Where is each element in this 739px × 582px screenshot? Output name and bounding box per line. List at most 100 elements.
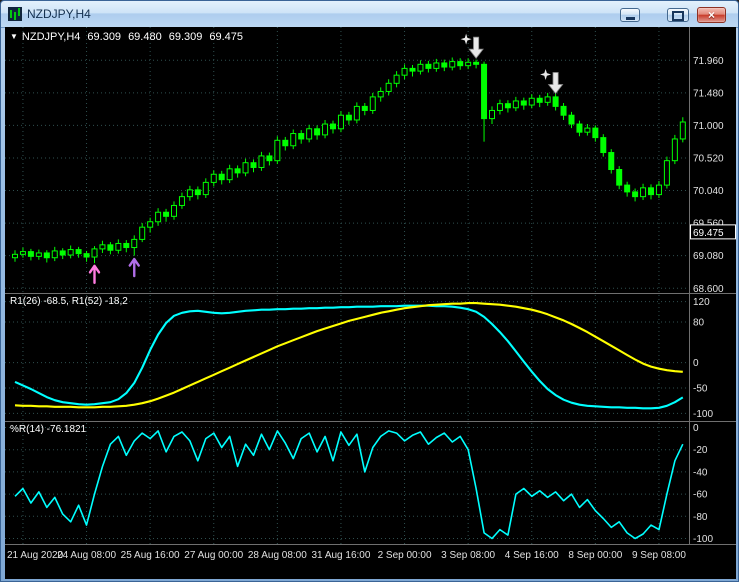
maximize-icon (672, 10, 684, 21)
candle-body (330, 123, 336, 130)
candle-body (43, 252, 50, 259)
candle-body (306, 128, 313, 140)
candle-body (473, 61, 480, 65)
candle-body (115, 242, 122, 251)
candle-body (648, 187, 654, 196)
minimize-button[interactable] (620, 8, 640, 22)
candle-body (361, 105, 368, 111)
candle-body (83, 253, 90, 258)
candle-body (171, 204, 177, 217)
window: NZDJPY,H4 × 71.96071.48071.00070.52070.0… (0, 0, 739, 582)
candle-body (322, 123, 329, 136)
candle-body (91, 248, 98, 258)
candle-body (520, 100, 527, 106)
candle-body (35, 252, 42, 257)
readout-close: 69.475 (209, 31, 244, 43)
candle-body (409, 67, 416, 72)
candle-body (640, 187, 647, 198)
candle-body (608, 152, 615, 170)
candle-body (59, 250, 66, 256)
indicator-1-label: R1(26) -68.5, R1(52) -18,2 (10, 296, 128, 307)
candle-body (234, 168, 241, 174)
candle-body (552, 96, 559, 107)
minimize-icon (625, 17, 635, 20)
candle-body (481, 63, 488, 120)
readout-symbol: NZDJPY,H4 (21, 31, 81, 43)
candle-body (489, 109, 495, 120)
candle-body (12, 253, 18, 259)
candle-body (131, 238, 138, 249)
close-icon: × (707, 8, 715, 22)
candle-body (218, 173, 225, 181)
window-title: NZDJPY,H4 (27, 7, 91, 21)
candle-body (51, 250, 58, 259)
candle-body (369, 96, 376, 111)
candle-body (663, 160, 670, 186)
candle-body (624, 184, 631, 193)
candle-body (600, 137, 607, 154)
candle-body (67, 249, 74, 256)
candle-body (27, 251, 34, 257)
candle-body (353, 105, 360, 121)
candle-body (655, 184, 662, 196)
candle-body (385, 82, 392, 92)
candle-body (393, 74, 400, 84)
candle-body (560, 105, 567, 116)
close-button[interactable]: × (697, 7, 726, 23)
candle-body (290, 133, 297, 147)
candle-body (337, 114, 344, 130)
candle-body (147, 221, 154, 228)
candle-body (186, 189, 193, 198)
candle-body (202, 181, 209, 196)
candle-body (377, 90, 384, 98)
maximize-button[interactable] (667, 8, 689, 22)
candle-body (616, 169, 623, 186)
candle-body (298, 133, 305, 140)
price-axis[interactable] (690, 27, 736, 544)
candle-body (632, 191, 639, 198)
candle-body (139, 226, 146, 240)
candle-body (592, 127, 599, 139)
candle-body (163, 211, 170, 217)
candle-body (441, 62, 448, 68)
candle-body (250, 162, 257, 168)
chart-icon (8, 7, 22, 21)
candle-body (504, 103, 511, 109)
candle-body (226, 168, 233, 181)
candle-body (457, 61, 464, 67)
candle-body (536, 97, 543, 103)
readout-low: 69.309 (168, 31, 203, 43)
time-axis[interactable] (5, 545, 736, 579)
candle-body (671, 138, 678, 162)
chart-client-area: 71.96071.48071.00070.52070.04069.56069.0… (5, 27, 736, 579)
candle-body (401, 67, 408, 76)
readout-high: 69.480 (128, 31, 162, 43)
candle-body (258, 155, 265, 168)
candle-body (123, 242, 130, 249)
symbol-dropdown-icon[interactable]: ▼ (10, 32, 18, 41)
candle-body (242, 162, 249, 174)
candle-body (417, 63, 424, 72)
candle-body (178, 196, 185, 206)
indicator-2-label: %R(14) -76.1821 (10, 424, 87, 435)
candle-body (425, 63, 432, 69)
candle-body (679, 121, 686, 140)
candle-body (465, 61, 472, 67)
readout-open: 69.309 (87, 31, 122, 43)
candle-body (75, 249, 82, 255)
candle-body (576, 123, 583, 133)
candle-body (568, 114, 575, 125)
candle-body (345, 114, 352, 121)
candle-body (282, 139, 289, 147)
candle-body (19, 251, 26, 255)
candle-body (107, 244, 114, 251)
title-bar[interactable]: NZDJPY,H4 × (1, 1, 738, 28)
candle-body (155, 211, 162, 223)
ohlc-readout: ▼ NZDJPY,H4 69.309 69.480 69.309 69.475 (10, 31, 250, 43)
candle-body (99, 244, 106, 250)
candle-body (528, 97, 535, 106)
candle-body (433, 62, 440, 69)
candle-body (266, 155, 273, 162)
candle-body (194, 189, 201, 196)
candle-body (210, 173, 217, 183)
